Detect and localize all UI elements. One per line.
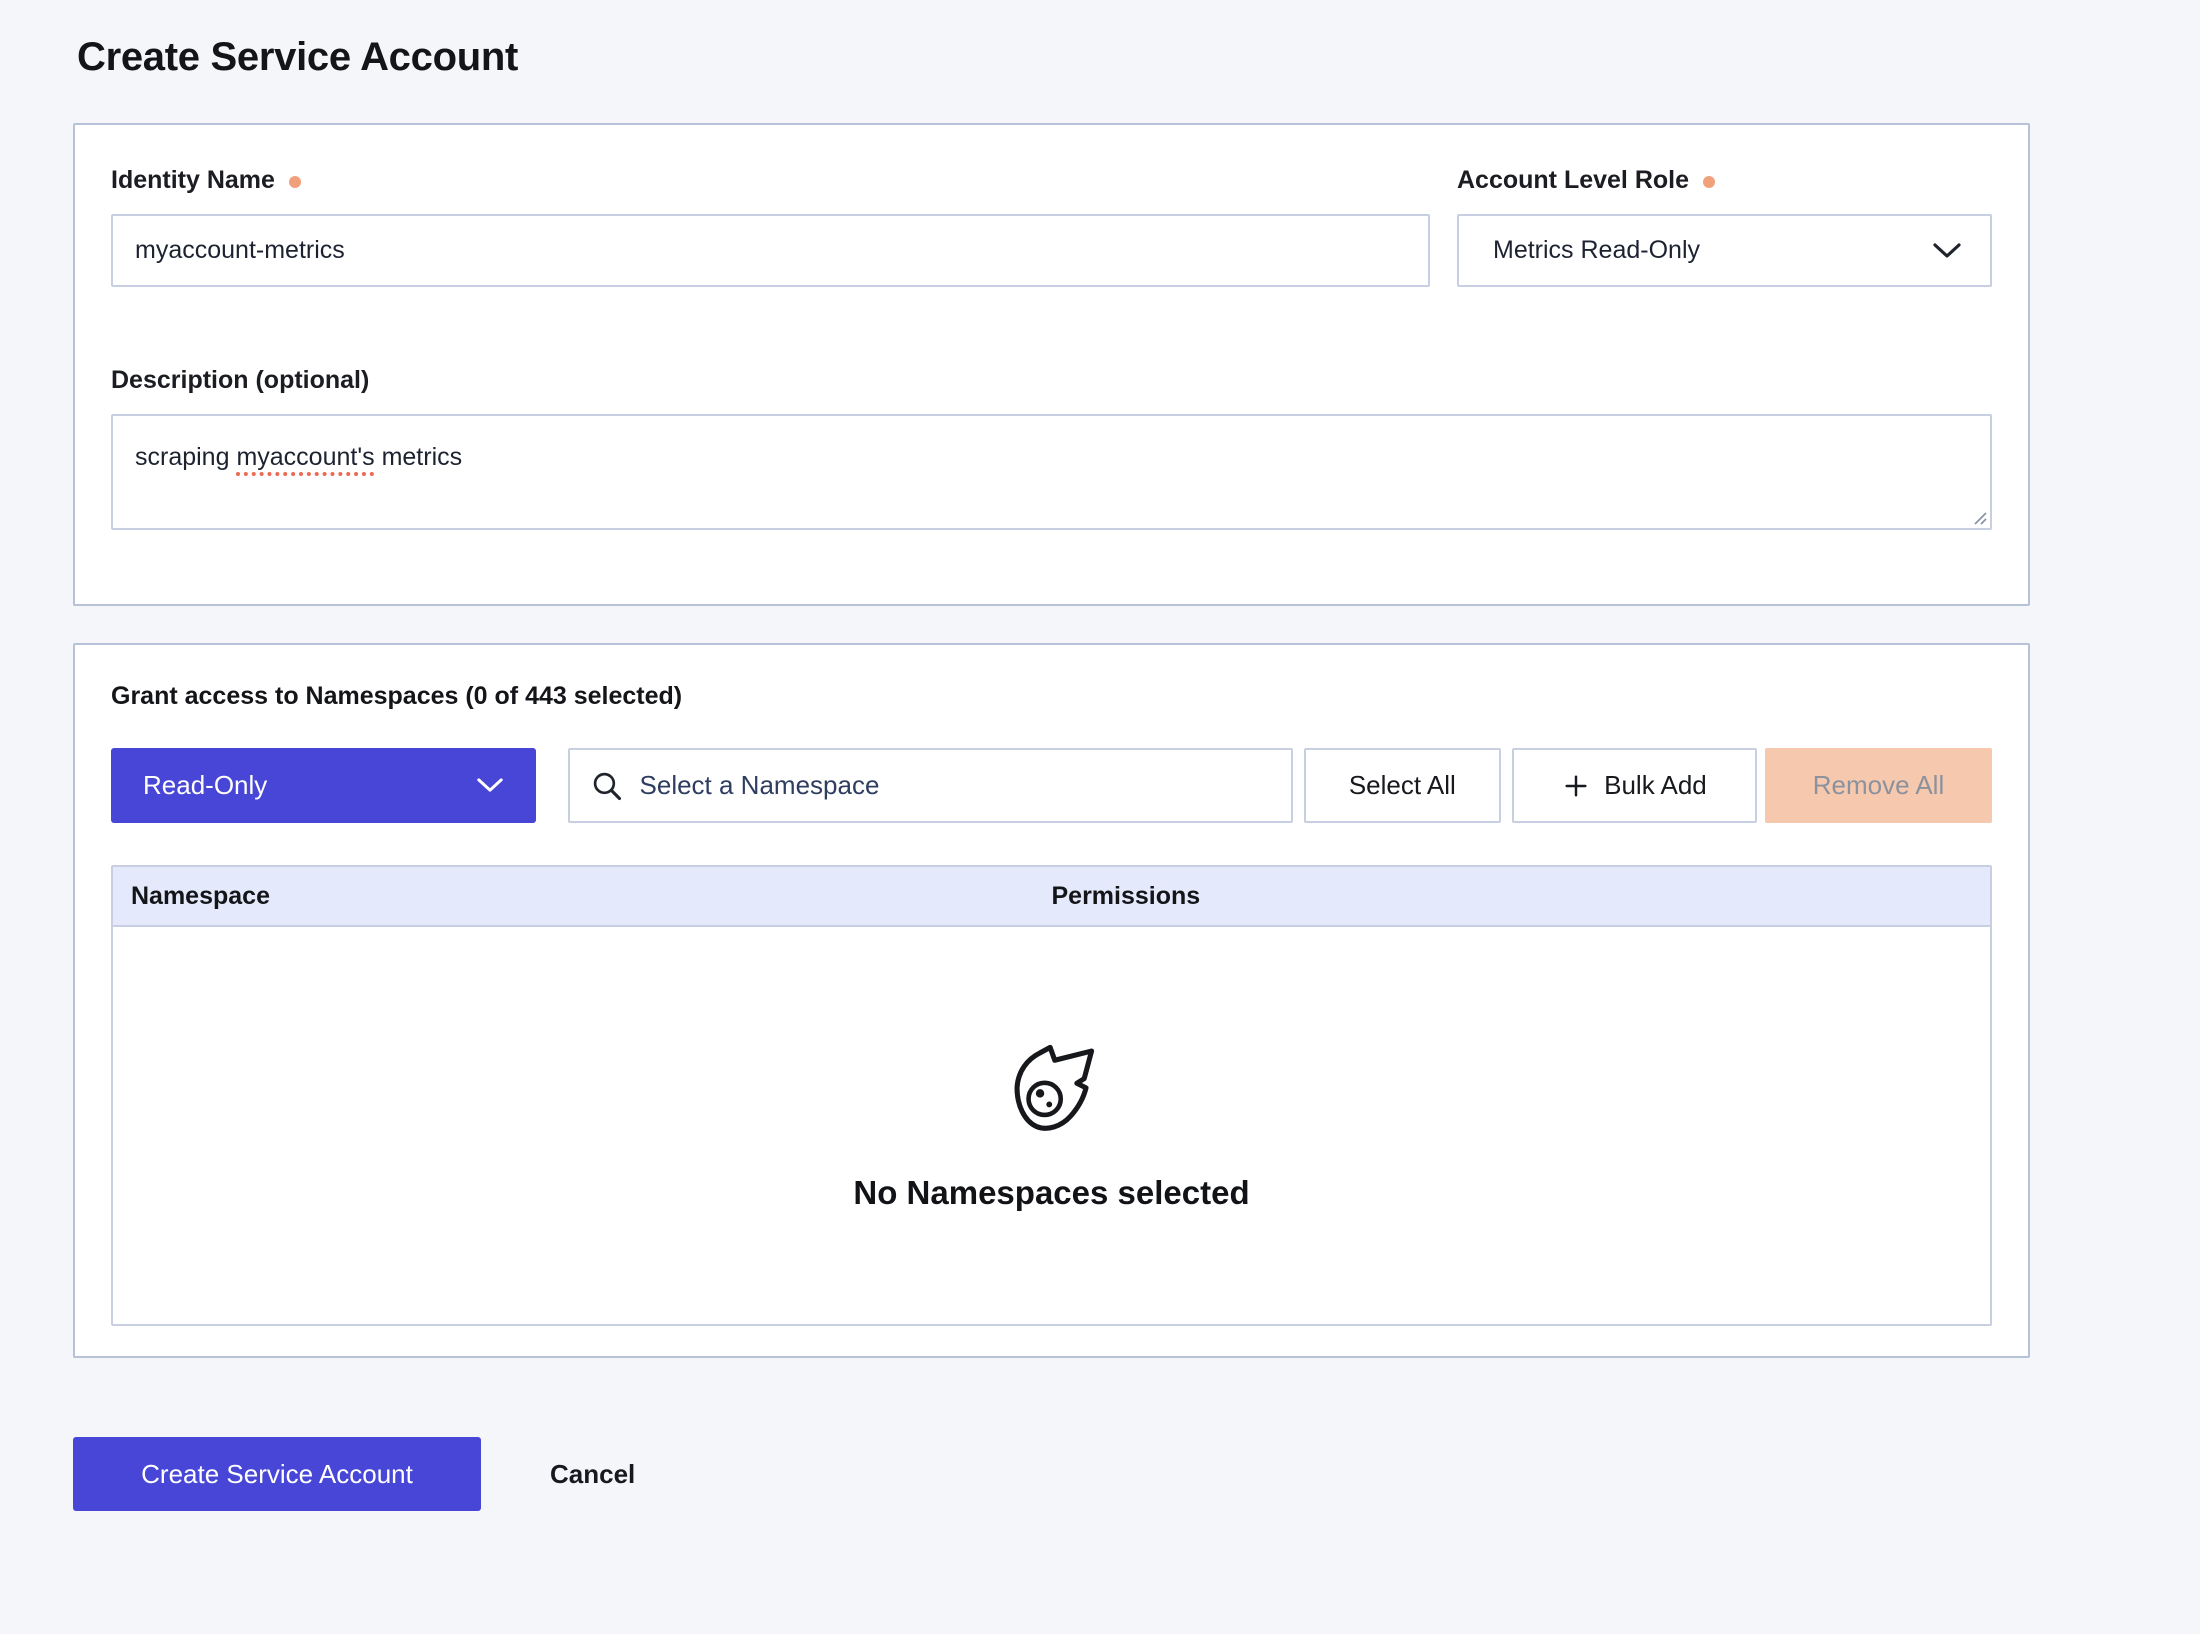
namespaces-table-empty-state: No Namespaces selected (113, 927, 1990, 1324)
form-actions: Create Service Account Cancel (73, 1437, 2200, 1511)
namespace-search-input[interactable] (640, 770, 1271, 801)
description-textarea[interactable]: scraping myaccount's metrics (111, 414, 1992, 530)
identity-name-input[interactable] (111, 214, 1430, 287)
account-level-role-label: Account Level Role (1457, 165, 1992, 195)
permission-level-dropdown[interactable]: Read-Only (111, 748, 536, 823)
select-all-button[interactable]: Select All (1304, 748, 1501, 823)
required-dot-icon (289, 176, 301, 188)
description-text-misspelled: myaccount's (236, 443, 374, 471)
remove-all-button[interactable]: Remove All (1765, 748, 1992, 823)
cancel-button[interactable]: Cancel (550, 1459, 635, 1490)
required-dot-icon (1703, 176, 1715, 188)
description-label: Description (optional) (111, 365, 1992, 395)
description-field: Description (optional) scraping myaccoun… (111, 365, 1992, 530)
description-text: scraping (135, 443, 236, 471)
search-icon (590, 769, 624, 803)
account-level-role-select[interactable]: Metrics Read-Only (1457, 214, 1992, 287)
resize-handle-icon[interactable] (1970, 508, 1988, 526)
namespace-access-card: Grant access to Namespaces (0 of 443 sel… (73, 643, 2030, 1358)
identity-name-field: Identity Name (111, 165, 1430, 287)
namespace-search[interactable] (568, 748, 1293, 823)
identity-form-card: Identity Name Account Level Role Metrics… (73, 123, 2030, 606)
identity-name-label-text: Identity Name (111, 165, 275, 195)
create-service-account-button[interactable]: Create Service Account (73, 1437, 481, 1511)
description-text: metrics (375, 443, 463, 471)
namespaces-table-header: Namespace Permissions (113, 867, 1990, 927)
column-header-namespace: Namespace (113, 882, 1052, 911)
plus-icon (1562, 772, 1590, 800)
chevron-down-icon (476, 777, 504, 794)
namespace-controls: Read-Only Select All Bulk Add (111, 748, 1992, 823)
identity-name-label: Identity Name (111, 165, 1430, 195)
chevron-down-icon (1932, 242, 1962, 260)
account-level-role-field: Account Level Role Metrics Read-Only (1457, 165, 1992, 287)
account-level-role-value: Metrics Read-Only (1493, 236, 1700, 265)
namespace-section-heading: Grant access to Namespaces (0 of 443 sel… (111, 681, 1992, 711)
description-label-text: Description (optional) (111, 365, 369, 395)
namespaces-table: Namespace Permissions No Namespaces sele… (111, 865, 1992, 1326)
comet-icon (1004, 1040, 1100, 1132)
bulk-add-label: Bulk Add (1604, 770, 1707, 801)
bulk-add-button[interactable]: Bulk Add (1512, 748, 1757, 823)
page-title: Create Service Account (77, 34, 2200, 80)
column-header-permissions: Permissions (1052, 882, 1991, 911)
empty-state-message: No Namespaces selected (853, 1174, 1249, 1212)
create-service-account-page: Create Service Account Identity Name Acc… (0, 34, 2200, 1634)
permission-level-value: Read-Only (143, 770, 267, 801)
account-level-role-label-text: Account Level Role (1457, 165, 1689, 195)
